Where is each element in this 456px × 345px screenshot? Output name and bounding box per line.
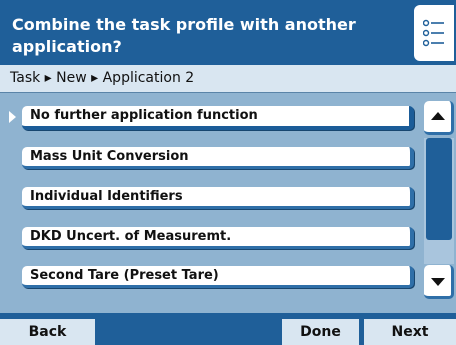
- breadcrumb-text: Task ▸ New ▸ Application 2: [10, 70, 195, 86]
- page-title: Combine the task profile with another ap…: [12, 14, 372, 58]
- option-label: Second Tare (Preset Tare): [30, 268, 219, 283]
- list-options-icon: [423, 19, 444, 47]
- application-options-list: No further application function Mass Uni…: [0, 93, 420, 313]
- scrollbar-thumb[interactable]: [426, 138, 452, 240]
- back-button[interactable]: Back: [0, 319, 95, 345]
- scroll-up-arrow-icon: [431, 112, 445, 120]
- option-no-further-application-function[interactable]: No further application function: [22, 106, 414, 130]
- footer-bar: Back Done Next: [0, 313, 456, 345]
- option-label: No further application function: [30, 108, 258, 123]
- page-title-line-2: application?: [12, 37, 122, 56]
- scrollbar-track[interactable]: [424, 138, 454, 264]
- selection-caret-icon: [9, 111, 16, 123]
- option-individual-identifiers[interactable]: Individual Identifiers: [22, 187, 414, 209]
- page-title-line-1: Combine the task profile with another: [12, 15, 356, 34]
- breadcrumb: Task ▸ New ▸ Application 2: [0, 65, 456, 93]
- option-dkd-uncertainty-of-measurement[interactable]: DKD Uncert. of Measuremt.: [22, 227, 414, 249]
- options-menu-button[interactable]: [414, 5, 454, 61]
- option-label: DKD Uncert. of Measuremt.: [30, 229, 232, 244]
- option-mass-unit-conversion[interactable]: Mass Unit Conversion: [22, 147, 414, 169]
- scroll-down-arrow-icon: [431, 278, 445, 286]
- option-second-tare-preset-tare[interactable]: Second Tare (Preset Tare): [22, 266, 414, 288]
- option-label: Mass Unit Conversion: [30, 149, 189, 164]
- header: Combine the task profile with another ap…: [0, 0, 456, 65]
- scroll-down-button[interactable]: [424, 265, 454, 299]
- next-button[interactable]: Next: [364, 319, 456, 345]
- option-label: Individual Identifiers: [30, 189, 183, 204]
- done-button[interactable]: Done: [282, 319, 359, 345]
- screen: Combine the task profile with another ap…: [0, 0, 456, 345]
- scroll-up-button[interactable]: [424, 101, 454, 135]
